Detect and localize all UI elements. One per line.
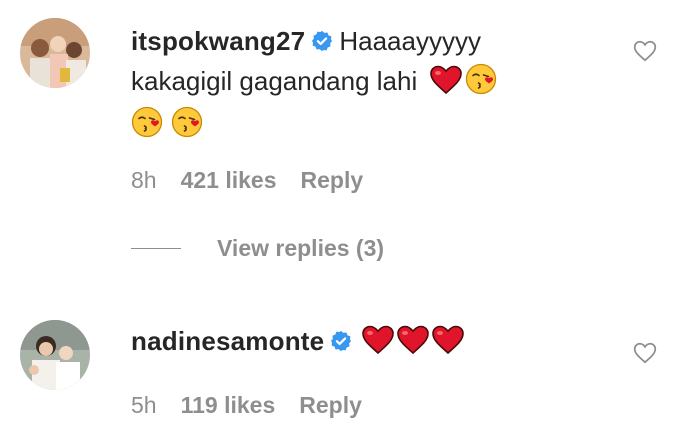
reply-button[interactable]: Reply — [299, 392, 362, 418]
heart-emoji — [397, 325, 430, 365]
comment-body: itspokwang27 Haaaayyyyy kakagigil gaganda… — [131, 22, 611, 148]
kissing-face-emoji — [131, 106, 163, 148]
username[interactable]: nadinesamonte — [131, 326, 324, 356]
divider-line — [131, 248, 181, 249]
kissing-face-emoji — [171, 106, 203, 148]
comment-text-line1: Haaaayyyyy — [339, 26, 481, 56]
avatar[interactable] — [20, 320, 90, 390]
likes-count[interactable]: 119 likes — [181, 392, 276, 418]
comment-time: 8h — [131, 167, 157, 193]
like-heart-outline-icon[interactable] — [632, 340, 658, 366]
comment-meta: 8h 421 likes Reply — [131, 167, 387, 194]
comment-text-line2: kakagigil gagandang lahi — [131, 66, 418, 96]
comment-meta: 5h 119 likes Reply — [131, 392, 386, 419]
view-replies-label: View replies (3) — [217, 235, 385, 261]
verified-badge-icon — [330, 324, 352, 362]
comment-body: nadinesamonte — [131, 322, 611, 365]
avatar[interactable] — [20, 18, 90, 88]
like-heart-outline-icon[interactable] — [632, 38, 658, 64]
heart-emoji — [432, 325, 465, 365]
likes-count[interactable]: 421 likes — [181, 167, 277, 193]
heart-emoji — [362, 325, 395, 365]
heart-emoji — [430, 65, 463, 105]
username[interactable]: itspokwang27 — [131, 26, 305, 56]
view-replies-button[interactable]: View replies (3) — [131, 235, 384, 271]
reply-button[interactable]: Reply — [301, 167, 364, 193]
comment-time: 5h — [131, 392, 157, 418]
kissing-face-emoji — [465, 63, 497, 105]
verified-badge-icon — [311, 24, 333, 62]
